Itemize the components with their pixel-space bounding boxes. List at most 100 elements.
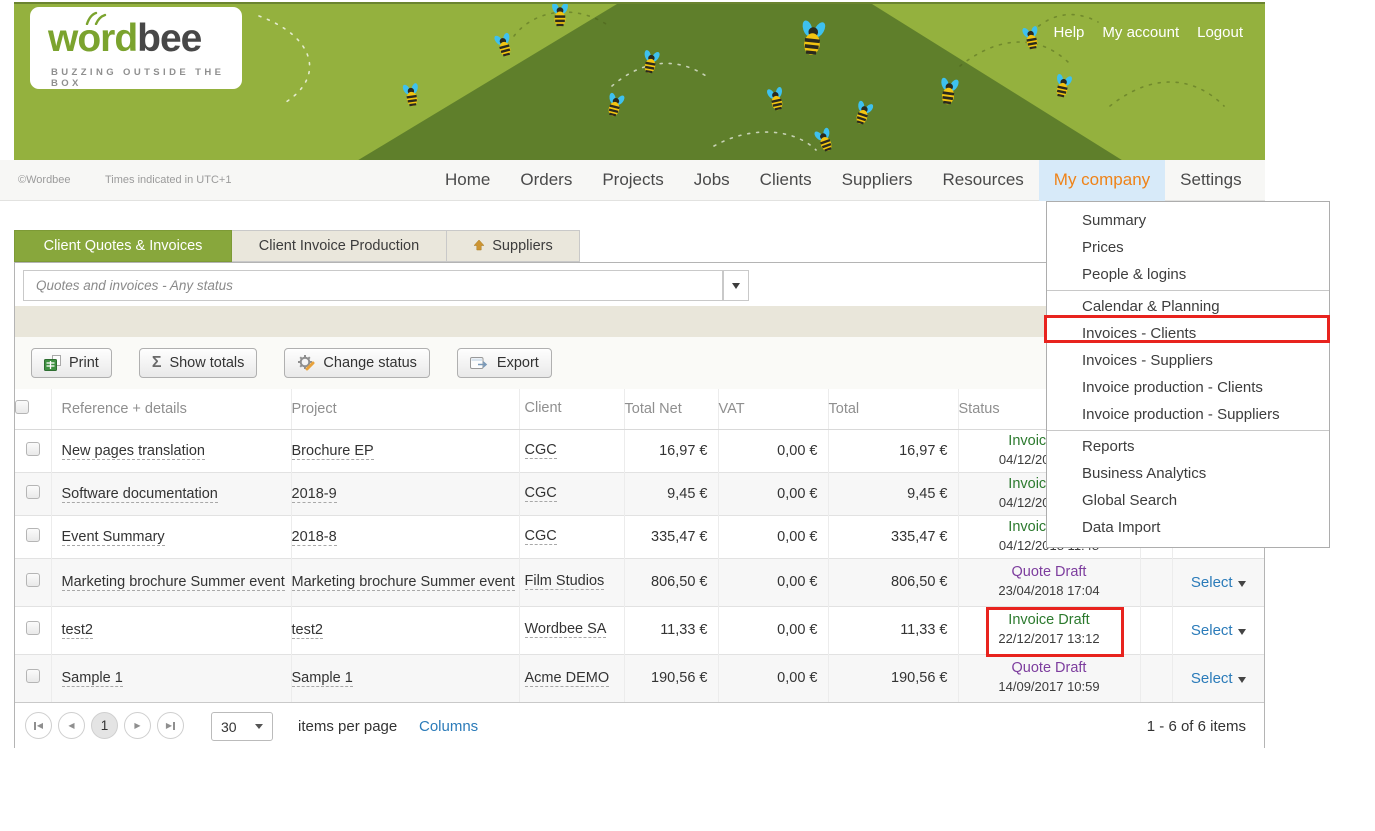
- total-net-value: 11,33 €: [624, 606, 718, 654]
- main-nav: Home Orders Projects Jobs Clients Suppli…: [430, 160, 1257, 201]
- nav-item-projects[interactable]: Projects: [587, 160, 678, 201]
- my-account-link[interactable]: My account: [1102, 24, 1179, 41]
- project-link[interactable]: Sample 1: [292, 670, 353, 687]
- menu-item-data-import[interactable]: Data Import: [1047, 514, 1329, 541]
- menu-item-invoices-clients[interactable]: Invoices - Clients: [1047, 320, 1329, 347]
- select-action-link[interactable]: Select: [1191, 622, 1233, 639]
- project-link[interactable]: test2: [292, 622, 323, 639]
- show-totals-label: Show totals: [169, 355, 244, 371]
- client-link[interactable]: CGC: [525, 442, 557, 459]
- table-row: test2 test2 Wordbee SA 11,33 € 0,00 € 11…: [15, 606, 1264, 654]
- status-badge[interactable]: Invoice Draft: [1008, 612, 1089, 628]
- nav-item-settings[interactable]: Settings: [1165, 160, 1256, 201]
- table-row: Sample 1 Sample 1 Acme DEMO 190,56 € 0,0…: [15, 654, 1264, 702]
- menu-item-summary[interactable]: Summary: [1047, 207, 1329, 234]
- nav-item-suppliers[interactable]: Suppliers: [827, 160, 928, 201]
- nav-item-home[interactable]: Home: [430, 160, 505, 201]
- col-header-project[interactable]: Project: [291, 389, 519, 429]
- change-status-button[interactable]: Change status: [284, 348, 430, 378]
- col-header-reference[interactable]: Reference + details: [51, 389, 291, 429]
- menu-item-business-analytics[interactable]: Business Analytics: [1047, 460, 1329, 487]
- col-header-total-net[interactable]: Total Net: [624, 389, 718, 429]
- total-net-value: 335,47 €: [624, 515, 718, 558]
- status-badge[interactable]: Quote Draft: [1012, 564, 1087, 580]
- vat-value: 0,00 €: [718, 558, 828, 606]
- menu-item-reports[interactable]: Reports: [1047, 433, 1329, 460]
- nav-item-resources[interactable]: Resources: [928, 160, 1039, 201]
- col-header-client[interactable]: Client: [519, 389, 624, 429]
- status-filter-input[interactable]: Quotes and invoices - Any status: [23, 270, 723, 301]
- total-net-value: 9,45 €: [624, 472, 718, 515]
- row-checkbox[interactable]: [26, 669, 40, 683]
- bee-icon: [1052, 72, 1074, 99]
- col-header-total[interactable]: Total: [828, 389, 958, 429]
- prev-page-button[interactable]: ◀: [58, 712, 85, 739]
- client-link[interactable]: Acme DEMO: [525, 670, 610, 687]
- tab-client-quotes-invoices[interactable]: Client Quotes & Invoices: [14, 230, 232, 262]
- project-link[interactable]: Brochure EP: [292, 443, 374, 460]
- chevron-down-icon: [1238, 581, 1246, 587]
- menu-item-global-search[interactable]: Global Search: [1047, 487, 1329, 514]
- chevron-down-icon: [1238, 677, 1246, 683]
- select-all-checkbox[interactable]: [15, 400, 29, 414]
- help-link[interactable]: Help: [1054, 24, 1085, 41]
- nav-item-jobs[interactable]: Jobs: [679, 160, 745, 201]
- client-link[interactable]: CGC: [525, 528, 557, 545]
- reference-link[interactable]: Event Summary: [62, 529, 165, 546]
- show-totals-button[interactable]: Σ Show totals: [139, 348, 258, 378]
- menu-item-invoices-suppliers[interactable]: Invoices - Suppliers: [1047, 347, 1329, 374]
- status-date: 14/09/2017 10:59: [998, 679, 1099, 694]
- status-badge[interactable]: Quote Draft: [1012, 660, 1087, 676]
- project-link[interactable]: Marketing brochure Summer event: [292, 574, 515, 591]
- first-page-icon: [34, 722, 36, 730]
- reference-link[interactable]: Software documentation: [62, 486, 218, 503]
- vat-value: 0,00 €: [718, 472, 828, 515]
- header-links: Help My account Logout: [1054, 24, 1243, 41]
- row-checkbox[interactable]: [26, 442, 40, 456]
- menu-item-invoice-production-clients[interactable]: Invoice production - Clients: [1047, 374, 1329, 401]
- menu-item-people-logins[interactable]: People & logins: [1047, 261, 1329, 288]
- logout-link[interactable]: Logout: [1197, 24, 1243, 41]
- filter-dropdown-button[interactable]: [723, 270, 749, 301]
- reference-link[interactable]: New pages translation: [62, 443, 205, 460]
- row-checkbox[interactable]: [26, 528, 40, 542]
- client-link[interactable]: CGC: [525, 485, 557, 502]
- select-action-link[interactable]: Select: [1191, 574, 1233, 591]
- reference-link[interactable]: test2: [62, 622, 93, 639]
- project-link[interactable]: 2018-8: [292, 529, 337, 546]
- columns-link[interactable]: Columns: [419, 718, 478, 735]
- last-page-button[interactable]: ▶: [157, 712, 184, 739]
- menu-item-prices[interactable]: Prices: [1047, 234, 1329, 261]
- row-checkbox[interactable]: [26, 573, 40, 587]
- next-page-button[interactable]: ▶: [124, 712, 151, 739]
- client-link[interactable]: Film Studios: [525, 573, 605, 590]
- export-button[interactable]: Export: [457, 348, 552, 378]
- row-checkbox[interactable]: [26, 621, 40, 635]
- wordbee-logo[interactable]: wordbee BUZZING OUTSIDE THE BOX: [30, 7, 242, 89]
- first-page-button[interactable]: ◀: [25, 712, 52, 739]
- total-net-value: 16,97 €: [624, 429, 718, 472]
- col-header-vat[interactable]: VAT: [718, 389, 828, 429]
- bee-icon: [551, 4, 570, 27]
- project-link[interactable]: 2018-9: [292, 486, 337, 503]
- reference-link[interactable]: Marketing brochure Summer event: [62, 574, 285, 591]
- menu-item-invoice-production-suppliers[interactable]: Invoice production - Suppliers: [1047, 401, 1329, 428]
- menu-item-calendar-planning[interactable]: Calendar & Planning: [1047, 293, 1329, 320]
- chevron-down-icon: [1238, 629, 1246, 635]
- items-per-page-select[interactable]: 30: [211, 712, 273, 741]
- nav-item-orders[interactable]: Orders: [505, 160, 587, 201]
- select-action-link[interactable]: Select: [1191, 670, 1233, 687]
- tab-bar: Client Quotes & Invoices Client Invoice …: [14, 230, 580, 262]
- tab-client-invoice-production[interactable]: Client Invoice Production: [232, 230, 447, 262]
- nav-item-clients[interactable]: Clients: [745, 160, 827, 201]
- current-page-button[interactable]: 1: [91, 712, 118, 739]
- client-link[interactable]: Wordbee SA: [525, 621, 607, 638]
- logo-text: wordbee: [48, 19, 201, 58]
- row-checkbox[interactable]: [26, 485, 40, 499]
- nav-item-my-company[interactable]: My company: [1039, 160, 1165, 201]
- nav-bar: ©Wordbee Times indicated in UTC+1 Home O…: [0, 160, 1265, 201]
- print-button[interactable]: Print: [31, 348, 112, 378]
- tab-suppliers[interactable]: Suppliers: [447, 230, 580, 262]
- reference-link[interactable]: Sample 1: [62, 670, 123, 687]
- total-value: 335,47 €: [828, 515, 958, 558]
